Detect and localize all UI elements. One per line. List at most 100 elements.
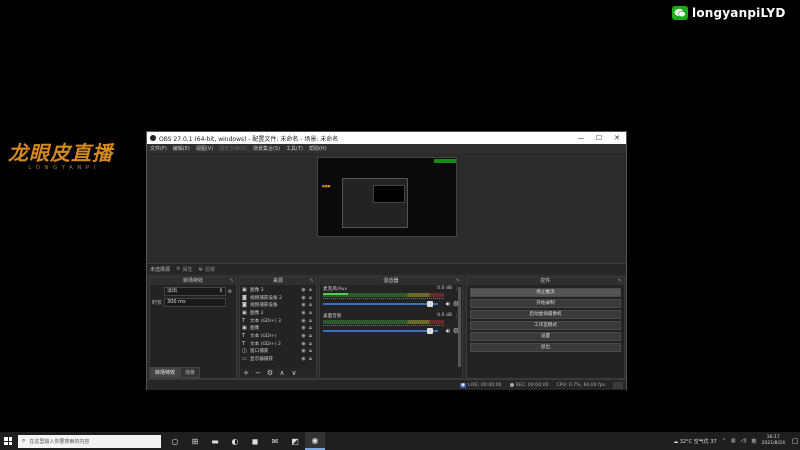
control-button[interactable]: 工作室模式 [470, 320, 621, 330]
lock-icon[interactable]: 🔒︎ [307, 333, 314, 339]
menu-scene-collection[interactable]: 场景集合(S) [250, 145, 283, 152]
control-button[interactable]: 设置 [470, 331, 621, 341]
source-item[interactable]: ◙ 视频捕获设备 2 ◉ 🔒︎ [240, 294, 316, 302]
transition-gear-icon[interactable]: ⚙ [226, 289, 234, 295]
lock-icon[interactable]: 🔒︎ [307, 295, 314, 301]
visibility-eye-icon[interactable]: ◉ [300, 318, 307, 324]
visibility-eye-icon[interactable]: ◉ [300, 325, 307, 331]
tab-scenes[interactable]: 场景 [180, 367, 201, 378]
volume-icon[interactable]: ◁) [741, 438, 747, 444]
volume-slider[interactable] [323, 303, 438, 305]
title-bar[interactable]: OBS 27.0.1 (64-bit, windows) - 配置文件: 未命名… [147, 132, 626, 144]
move-up-button[interactable]: ∧ [276, 369, 288, 377]
mixer-scrollbar[interactable] [458, 287, 461, 367]
clock[interactable]: 16:17 2021/8/24 [761, 435, 785, 447]
volume-slider-handle[interactable] [427, 301, 433, 307]
lock-icon[interactable]: 🔒︎ [307, 341, 314, 347]
mail-icon[interactable]: ✉ [265, 432, 285, 450]
monitor-icon: ▭ [242, 356, 247, 363]
network-icon[interactable]: ▥ [731, 438, 736, 444]
taskbar-apps: ○ ⊞ ▬ ◐ ◼ ✉ ◩ ◉ [165, 432, 325, 450]
lock-icon[interactable]: 🔒︎ [307, 318, 314, 324]
minimize-button[interactable]: — [572, 134, 590, 142]
notification-icon[interactable]: ▢ [790, 437, 800, 445]
menu-help[interactable]: 帮助(H) [306, 145, 330, 152]
source-item[interactable]: ◫ 窗口捕获 ◉ 🔒︎ [240, 348, 316, 356]
start-button[interactable] [0, 432, 16, 450]
properties-button[interactable]: ⚙ 属性 [176, 266, 193, 273]
menu-file[interactable]: 文件(F) [147, 145, 170, 152]
control-button[interactable]: 停止推流 [470, 287, 621, 297]
dock-options-icon[interactable]: ✎ [618, 277, 622, 285]
obs-icon[interactable]: ◉ [305, 432, 325, 450]
lock-icon[interactable]: 🔒︎ [307, 348, 314, 354]
visibility-eye-icon[interactable]: ◉ [300, 310, 307, 316]
visibility-eye-icon[interactable]: ◉ [300, 341, 307, 347]
menu-view[interactable]: 视图(V) [193, 145, 216, 152]
maximize-button[interactable]: ☐ [590, 134, 608, 142]
volume-slider-handle[interactable] [427, 328, 433, 334]
add-source-button[interactable]: + [240, 369, 252, 377]
source-item[interactable]: ▣ 图像 3 ◉ 🔒︎ [240, 286, 316, 294]
source-item[interactable]: ▣ 图像 2 ◉ 🔒︎ [240, 309, 316, 317]
widgets-icon[interactable]: ⊞ [185, 432, 205, 450]
menu-edit[interactable]: 编辑(E) [170, 145, 193, 152]
visibility-eye-icon[interactable]: ◉ [300, 287, 307, 293]
tab-transitions[interactable]: 转场特效 [150, 367, 181, 378]
dock-options-icon[interactable]: ✎ [456, 277, 460, 285]
controls-dock: 控件 ✎ 停止推流 开始录制 启动虚拟摄像机 工作室模式 设置 退出 [466, 276, 625, 379]
source-item[interactable]: T 文本 (GDI+) 2 ◉ 🔒︎ [240, 340, 316, 348]
volume-slider[interactable] [323, 330, 438, 332]
live-timer: LIVE: 00:00:00 [467, 382, 502, 388]
source-item[interactable]: ▭ 显示器捕获 ◉ 🔒︎ [240, 355, 316, 363]
dock-options-icon[interactable]: ✎ [230, 277, 234, 285]
filters-button[interactable]: ◒ 滤镜 [199, 266, 215, 273]
remove-source-button[interactable]: − [252, 369, 264, 377]
taskbar-search-box[interactable]: ⌕ 在这里输入你要搜索的内容 [18, 434, 161, 448]
visibility-eye-icon[interactable]: ◉ [300, 302, 307, 308]
duration-field[interactable]: 300 ms [164, 298, 226, 307]
visibility-eye-icon[interactable]: ◉ [300, 348, 307, 354]
weather-text: 32°C 空气优 37 [679, 438, 717, 445]
source-name: 显示器捕获 [250, 357, 273, 363]
close-button[interactable]: ✕ [608, 134, 626, 142]
lock-icon[interactable]: 🔒︎ [307, 302, 314, 308]
control-button[interactable]: 退出 [470, 342, 621, 352]
source-name: 文本 (GDI+) [250, 333, 277, 339]
chevron-up-icon[interactable]: ⌃ [722, 438, 726, 444]
lock-icon[interactable]: 🔒︎ [307, 310, 314, 316]
live-icon: ◉ [459, 382, 466, 388]
filter-icon: ◒ [198, 266, 203, 272]
store-icon[interactable]: ◼ [245, 432, 265, 450]
source-item[interactable]: ◙ 视频捕获设备 ◉ 🔒︎ [240, 301, 316, 309]
transition-type-select[interactable]: 淡出 ⇕ [164, 287, 226, 296]
source-item[interactable]: T 文本 (GDI+) ◉ 🔒︎ [240, 332, 316, 340]
control-button[interactable]: 开始录制 [470, 298, 621, 308]
source-item[interactable]: ▣ 图像 ◉ 🔒︎ [240, 324, 316, 332]
lock-icon[interactable]: 🔒︎ [307, 356, 314, 362]
visibility-eye-icon[interactable]: ◉ [300, 333, 307, 339]
menu-tools[interactable]: 工具(T) [283, 145, 306, 152]
task-view-icon[interactable]: ○ [165, 432, 185, 450]
preview-canvas[interactable]: ■■■ [317, 157, 457, 237]
menu-docks[interactable]: 固定文档(D) [216, 145, 250, 152]
camera-icon: ◙ [242, 294, 247, 301]
dock-options-icon[interactable]: ✎ [310, 277, 314, 285]
control-button[interactable]: 启动虚拟摄像机 [470, 309, 621, 319]
app-icon[interactable]: ◩ [285, 432, 305, 450]
lock-icon[interactable]: 🔒︎ [307, 325, 314, 331]
weather-widget[interactable]: ☁ 32°C 空气优 37 [673, 438, 717, 445]
speaker-icon[interactable]: 🔊︎ [446, 327, 450, 336]
lock-icon[interactable]: 🔒︎ [307, 287, 314, 293]
speaker-icon[interactable]: 🔊︎ [446, 300, 450, 309]
visibility-eye-icon[interactable]: ◉ [300, 356, 307, 362]
file-explorer-icon[interactable]: ▬ [205, 432, 225, 450]
move-down-button[interactable]: ∨ [288, 369, 300, 377]
chevron-down-icon: ⇕ [218, 288, 223, 294]
visibility-eye-icon[interactable]: ◉ [300, 295, 307, 301]
clock-date: 2021/8/24 [761, 441, 785, 446]
source-item[interactable]: T 文本 (GDI+) 3 ◉ 🔒︎ [240, 317, 316, 325]
ime-indicator[interactable]: 英 [751, 438, 756, 445]
source-settings-button[interactable]: ⚙ [264, 369, 276, 377]
edge-icon[interactable]: ◐ [225, 432, 245, 450]
